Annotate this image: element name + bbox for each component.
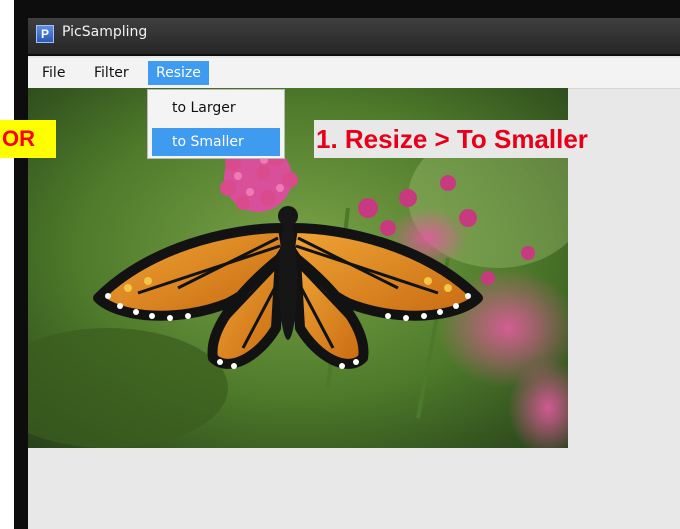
menu-filter[interactable]: Filter (86, 61, 137, 85)
menu-resize[interactable]: Resize (148, 61, 209, 85)
annotation-or-label: OR (0, 120, 56, 158)
menu-item-to-larger[interactable]: to Larger (152, 94, 280, 122)
annotation-step-label: 1. Resize > To Smaller (314, 120, 652, 158)
menu-item-to-smaller[interactable]: to Smaller (152, 128, 280, 156)
menu-file[interactable]: File (34, 61, 73, 85)
window-title: PicSampling (62, 24, 148, 40)
resize-dropdown-menu: to Larger to Smaller (147, 89, 285, 159)
app-icon: P (36, 25, 54, 43)
